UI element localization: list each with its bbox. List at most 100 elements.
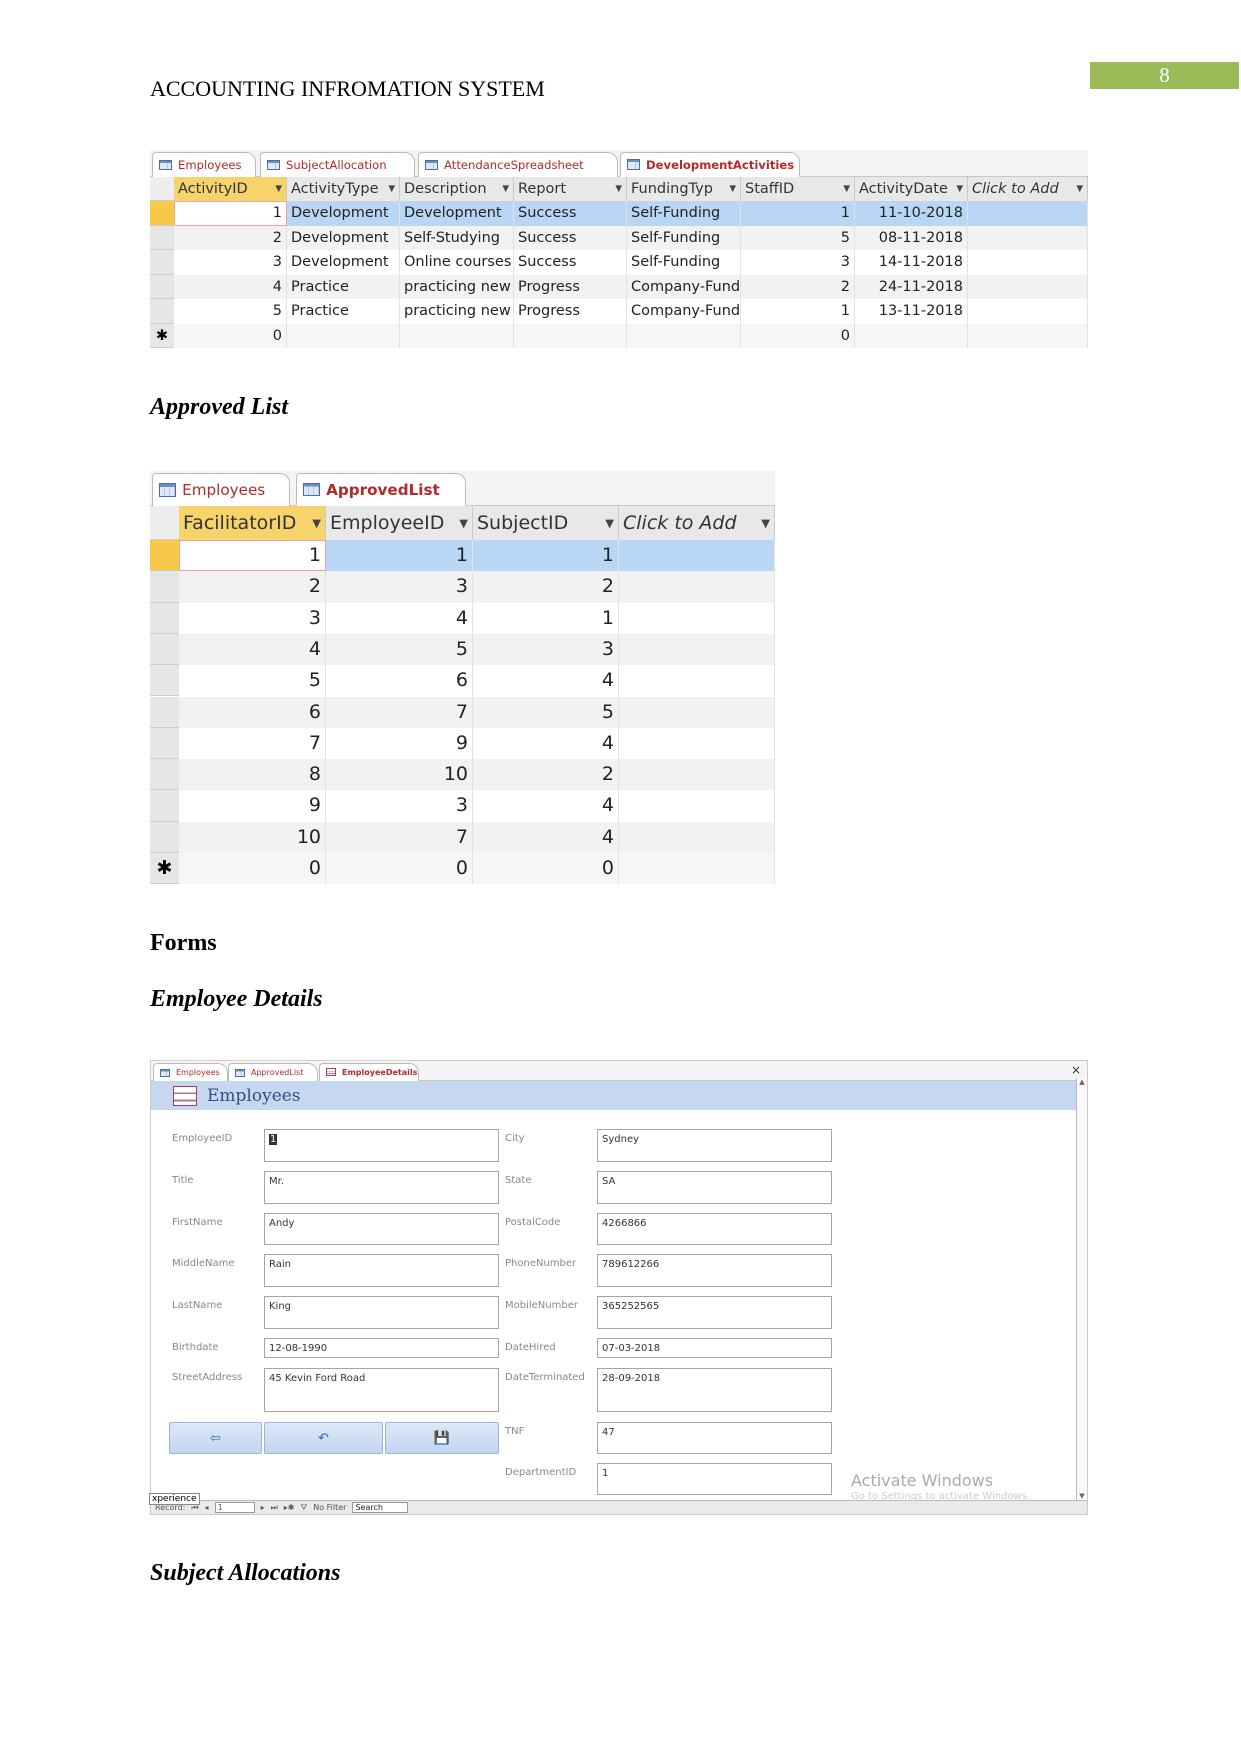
undo-button[interactable]: ↶ [264, 1422, 383, 1454]
scroll-down-icon[interactable]: ▼ [1077, 1492, 1087, 1500]
dropdown-arrow-icon[interactable]: ▼ [761, 506, 770, 540]
table-cell[interactable]: 7 [179, 727, 326, 760]
search-input[interactable]: Search [352, 1502, 409, 1513]
table-cell[interactable]: Progress [514, 274, 627, 299]
close-icon[interactable]: × [1071, 1063, 1081, 1077]
table-cell[interactable]: 6 [326, 665, 473, 697]
table-cell[interactable]: 1 [741, 299, 855, 324]
table-cell[interactable] [619, 633, 775, 666]
table-cell[interactable] [619, 853, 775, 885]
table-cell[interactable] [619, 696, 775, 728]
table-cell[interactable]: 3 [179, 602, 326, 634]
column-header-subjectid[interactable]: ▼ SubjectID [473, 506, 619, 540]
no-filter-button[interactable]: No Filter [313, 1503, 346, 1512]
column-header-description[interactable]: ▼ Description [400, 177, 514, 201]
table-cell[interactable]: Self-Funding [627, 225, 741, 250]
row-selector[interactable] [150, 821, 179, 853]
table-cell[interactable]: 3 [326, 571, 473, 603]
table-cell[interactable]: 4 [179, 633, 326, 666]
table-cell[interactable]: 4 [473, 790, 619, 822]
table-cell[interactable]: 1 [326, 540, 473, 572]
table-cell[interactable]: 3 [174, 250, 287, 275]
vertical-scrollbar[interactable]: ▲ ▼ [1076, 1078, 1087, 1502]
table-cell[interactable]: 3 [473, 633, 619, 666]
table-cell[interactable]: 3 [741, 250, 855, 275]
table-cell[interactable]: Development [400, 201, 514, 226]
new-record-icon[interactable]: ▸✱ [284, 1503, 295, 1512]
column-header-click-to-add[interactable]: ▼ Click to Add [968, 177, 1088, 201]
table-cell[interactable]: 13-11-2018 [855, 299, 968, 324]
table-cell[interactable] [619, 821, 775, 853]
dropdown-arrow-icon[interactable]: ▼ [605, 506, 614, 540]
column-header-employeeid[interactable]: ▼ EmployeeID [326, 506, 473, 540]
select-all-corner[interactable] [150, 177, 174, 201]
tab-employees[interactable]: Employees [152, 152, 256, 177]
scroll-up-icon[interactable]: ▲ [1077, 1078, 1087, 1086]
select-all-corner[interactable] [150, 506, 179, 540]
row-selector[interactable] [150, 633, 179, 666]
row-selector[interactable] [150, 540, 179, 572]
table-cell[interactable] [619, 571, 775, 603]
table-cell[interactable] [619, 790, 775, 822]
dropdown-arrow-icon[interactable]: ▼ [729, 177, 736, 201]
row-selector[interactable] [150, 225, 174, 250]
table-cell[interactable]: 14-11-2018 [855, 250, 968, 275]
table-cell[interactable] [968, 323, 1088, 348]
previous-record-icon[interactable]: ◂ [205, 1503, 209, 1512]
table-cell[interactable]: 4 [326, 602, 473, 634]
row-selector[interactable] [150, 299, 174, 324]
table-cell[interactable]: 5 [473, 696, 619, 728]
table-cell[interactable]: Practice [287, 299, 400, 324]
table-cell[interactable]: 5 [179, 665, 326, 697]
table-cell[interactable] [968, 274, 1088, 299]
column-header-activityid[interactable]: ▼ ActivityID [174, 177, 287, 201]
table-cell[interactable] [619, 602, 775, 634]
row-selector[interactable] [150, 274, 174, 299]
table-cell[interactable]: 5 [326, 633, 473, 666]
dropdown-arrow-icon[interactable]: ▼ [615, 177, 622, 201]
table-cell[interactable]: 1 [473, 540, 619, 572]
column-header-report[interactable]: ▼ Report [514, 177, 627, 201]
row-selector[interactable] [150, 571, 179, 603]
table-cell[interactable]: 1 [473, 602, 619, 634]
tab-approvedlist[interactable]: ApprovedList [228, 1063, 318, 1081]
table-cell[interactable]: 5 [741, 225, 855, 250]
table-cell[interactable]: 0 [326, 853, 473, 885]
dropdown-arrow-icon[interactable]: ▼ [459, 506, 468, 540]
postalcode-field[interactable]: 4266866 [597, 1213, 832, 1245]
dropdown-arrow-icon[interactable]: ▼ [1076, 177, 1083, 201]
tab-employeedetails[interactable]: EmployeeDetails [319, 1063, 419, 1081]
table-cell[interactable]: 24-11-2018 [855, 274, 968, 299]
departmentid-field[interactable]: 1 [597, 1463, 832, 1495]
column-header-click-to-add[interactable]: ▼ Click to Add [619, 506, 775, 540]
table-cell[interactable] [400, 323, 514, 348]
dateterminated-field[interactable]: 28-09-2018 [597, 1368, 832, 1412]
exit-button[interactable]: ⇦ [169, 1422, 262, 1454]
tab-attendancespreadsheet[interactable]: AttendanceSpreadsheet [418, 152, 618, 177]
table-cell[interactable]: 08-11-2018 [855, 225, 968, 250]
column-header-staffid[interactable]: ▼ StaffID [741, 177, 855, 201]
tnf-field[interactable]: 47 [597, 1422, 832, 1454]
table-cell[interactable]: practicing new [400, 274, 514, 299]
phonenumber-field[interactable]: 789612266 [597, 1254, 832, 1287]
title-field[interactable]: Mr. [264, 1171, 499, 1204]
table-cell[interactable] [968, 250, 1088, 275]
tab-subjectallocation[interactable]: SubjectAllocation [260, 152, 415, 177]
table-cell[interactable]: 4 [473, 727, 619, 760]
row-selector[interactable] [150, 250, 174, 275]
table-cell[interactable]: Success [514, 201, 627, 226]
row-selector[interactable] [150, 696, 179, 728]
datehired-field[interactable]: 07-03-2018 [597, 1338, 832, 1358]
column-header-facilitatorid[interactable]: ▼ FacilitatorID [179, 506, 326, 540]
column-header-activitydate[interactable]: ▼ ActivityDate [855, 177, 968, 201]
mobilenumber-field[interactable]: 365252565 [597, 1296, 832, 1329]
table-cell[interactable] [619, 540, 775, 572]
new-record-marker[interactable]: ✱ [150, 323, 174, 348]
dropdown-arrow-icon[interactable]: ▼ [956, 177, 963, 201]
lastname-field[interactable]: King [264, 1296, 499, 1329]
middlename-field[interactable]: Rain [264, 1254, 499, 1287]
table-cell[interactable]: 0 [174, 323, 287, 348]
table-cell[interactable] [968, 225, 1088, 250]
table-cell[interactable]: 9 [326, 727, 473, 760]
table-cell[interactable]: 2 [473, 571, 619, 603]
